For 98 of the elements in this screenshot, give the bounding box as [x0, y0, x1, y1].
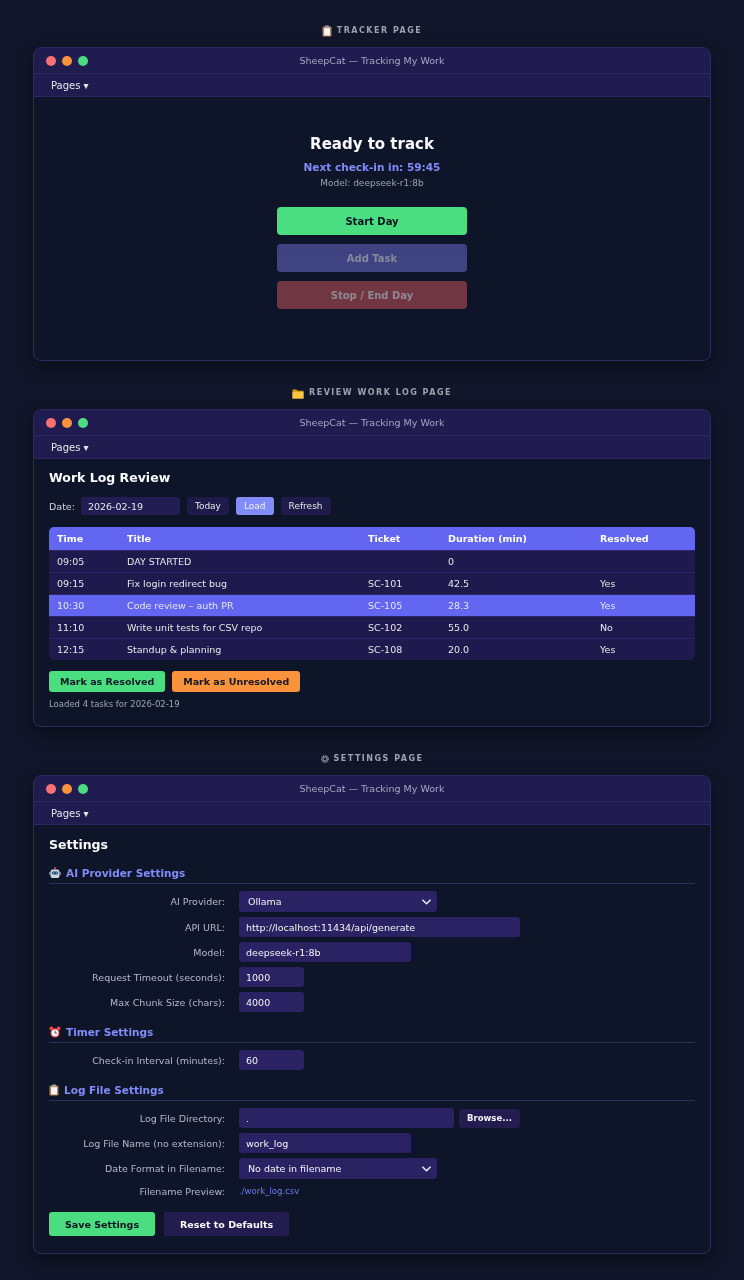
- table-cell-text: Standup & planning: [126, 644, 223, 655]
- maximize-button[interactable]: [78, 783, 88, 794]
- field-label: AI Provider:: [170, 896, 225, 907]
- minimize-button[interactable]: [62, 417, 72, 428]
- minimize-button[interactable]: [62, 783, 72, 794]
- table-cell-text: Yes: [599, 644, 617, 655]
- mark-unresolved-button[interactable]: Mark as Unresolved: [172, 671, 301, 692]
- column-header[interactable]: Ticket: [360, 533, 440, 544]
- table-cell-text: 12:15: [56, 644, 86, 655]
- table-cell-text: SC-102: [367, 622, 404, 633]
- countdown-text: Next check-in in: 59:45: [303, 160, 441, 174]
- page-caption: TRACKER PAGE: [336, 25, 423, 37]
- table-row[interactable]: 11:10 Write unit tests for CSV repo SC-102 55.0 No: [49, 616, 695, 638]
- close-button[interactable]: [46, 55, 56, 66]
- url-field[interactable]: http://localhost:11434/api/generate: [239, 917, 520, 937]
- pages-menu[interactable]: Pages ▾: [51, 807, 89, 819]
- minimize-button[interactable]: [62, 55, 72, 66]
- gear-icon: [320, 755, 329, 763]
- table-cell-text: 11:10: [56, 622, 86, 633]
- table-cell-text: No: [599, 622, 614, 633]
- table-row[interactable]: 09:15 Fix login redirect bug SC-101 42.5 Yes: [49, 572, 695, 594]
- mark-resolved-button[interactable]: Mark as Resolved: [49, 671, 166, 692]
- table-cell-text: 0: [447, 556, 456, 567]
- page-caption: REVIEW WORK LOG PAGE: [309, 387, 452, 399]
- table-cell-text: Code review – auth PR: [126, 600, 235, 611]
- table-cell-text: 09:05: [56, 556, 86, 567]
- filename-preview-text: ./work_log.csv: [239, 1185, 300, 1198]
- text-field[interactable]: work_log: [239, 1133, 411, 1153]
- robot-icon: [49, 867, 61, 879]
- chevron-down-icon: [422, 1165, 431, 1172]
- page-heading: Work Log Review: [49, 469, 172, 487]
- table-cell-text: Write unit tests for CSV repo: [126, 622, 264, 633]
- folder-icon: [292, 387, 304, 399]
- table-row[interactable]: 09:05 DAY STARTED 0: [49, 550, 695, 572]
- start-day-button[interactable]: Start Day: [277, 207, 467, 235]
- section-heading: Log File Settings: [64, 1083, 164, 1097]
- dropdown-field[interactable]: Ollama: [239, 891, 437, 912]
- status-text: Loaded 4 tasks for 2026-02-19: [49, 698, 181, 710]
- table-cell-text: 20.0: [447, 644, 471, 655]
- date-field[interactable]: 2026-02-19: [80, 497, 180, 515]
- table-cell-text: Yes: [599, 600, 617, 611]
- field-label: Log File Directory:: [139, 1112, 225, 1124]
- section-heading: AI Provider Settings: [66, 866, 186, 880]
- reset-defaults-button[interactable]: Reset to Defaults: [164, 1212, 290, 1236]
- field-label: Filename Preview:: [139, 1185, 225, 1197]
- save-settings-button[interactable]: Save Settings: [49, 1212, 156, 1236]
- table-cell-text: 28.3: [447, 600, 471, 611]
- date-label: Date:: [49, 500, 75, 512]
- directory-field[interactable]: .: [239, 1108, 454, 1128]
- close-button[interactable]: [46, 417, 56, 428]
- table-cell-text: DAY STARTED: [126, 556, 193, 567]
- maximize-button[interactable]: [78, 417, 88, 428]
- alarm-clock-icon: [49, 1026, 61, 1038]
- number-field[interactable]: 4000: [239, 992, 304, 1012]
- table-cell-text: Fix login redirect bug: [126, 578, 229, 589]
- number-field[interactable]: 1000: [239, 967, 304, 987]
- pages-menu[interactable]: Pages ▾: [51, 79, 89, 91]
- table-cell-text: 10:30: [56, 600, 86, 611]
- table-cell-text: SC-105: [367, 600, 404, 611]
- model-text: Model: deepseek-r1:8b: [320, 177, 424, 189]
- table-cell-text: 09:15: [56, 578, 86, 589]
- refresh-button[interactable]: Refresh: [280, 497, 331, 515]
- field-label: Max Chunk Size (chars):: [110, 996, 225, 1008]
- clipboard-icon: [321, 25, 332, 37]
- page-heading: Settings: [49, 836, 109, 853]
- table-cell-text: 42.5: [447, 578, 471, 589]
- window-title: SheepCat — Tracking My Work: [299, 417, 445, 428]
- page-caption: SETTINGS PAGE: [333, 753, 424, 765]
- column-header[interactable]: Resolved: [592, 533, 695, 544]
- table-cell-text: 55.0: [447, 622, 471, 633]
- table-cell-text: SC-108: [367, 644, 404, 655]
- field-label: Date Format in Filename:: [105, 1163, 225, 1174]
- browse-button[interactable]: Browse...: [459, 1108, 520, 1128]
- column-header[interactable]: Title: [119, 533, 360, 544]
- dropdown-field[interactable]: No date in filename: [239, 1158, 437, 1179]
- status-heading: Ready to track: [310, 134, 434, 154]
- field-label: API URL:: [184, 921, 225, 933]
- chevron-down-icon: [422, 898, 431, 905]
- field-label: Check-in Interval (minutes):: [92, 1054, 225, 1066]
- table-row[interactable]: 10:30 Code review – auth PR SC-105 28.3 Yes: [49, 594, 695, 616]
- today-button[interactable]: Today: [186, 497, 229, 515]
- pages-menu[interactable]: Pages ▾: [51, 441, 89, 453]
- field-label: Log File Name (no extension):: [83, 1137, 225, 1149]
- maximize-button[interactable]: [78, 55, 88, 66]
- column-header[interactable]: Time: [49, 533, 119, 544]
- column-header[interactable]: Duration (min): [440, 533, 592, 544]
- window-title: SheepCat — Tracking My Work: [299, 55, 445, 66]
- section-heading: Timer Settings: [66, 1025, 154, 1039]
- table-row[interactable]: 12:15 Standup & planning SC-108 20.0 Yes: [49, 638, 695, 660]
- table-cell-text: SC-101: [367, 578, 404, 589]
- field-label: Request Timeout (seconds):: [92, 971, 225, 983]
- field-label: Model:: [193, 946, 225, 958]
- text-field[interactable]: deepseek-r1:8b: [239, 942, 411, 962]
- number-field[interactable]: 60: [239, 1050, 304, 1070]
- close-button[interactable]: [46, 783, 56, 794]
- window-title: SheepCat — Tracking My Work: [299, 783, 445, 794]
- clipboard-icon: [49, 1084, 59, 1096]
- table-cell-text: Yes: [599, 578, 617, 589]
